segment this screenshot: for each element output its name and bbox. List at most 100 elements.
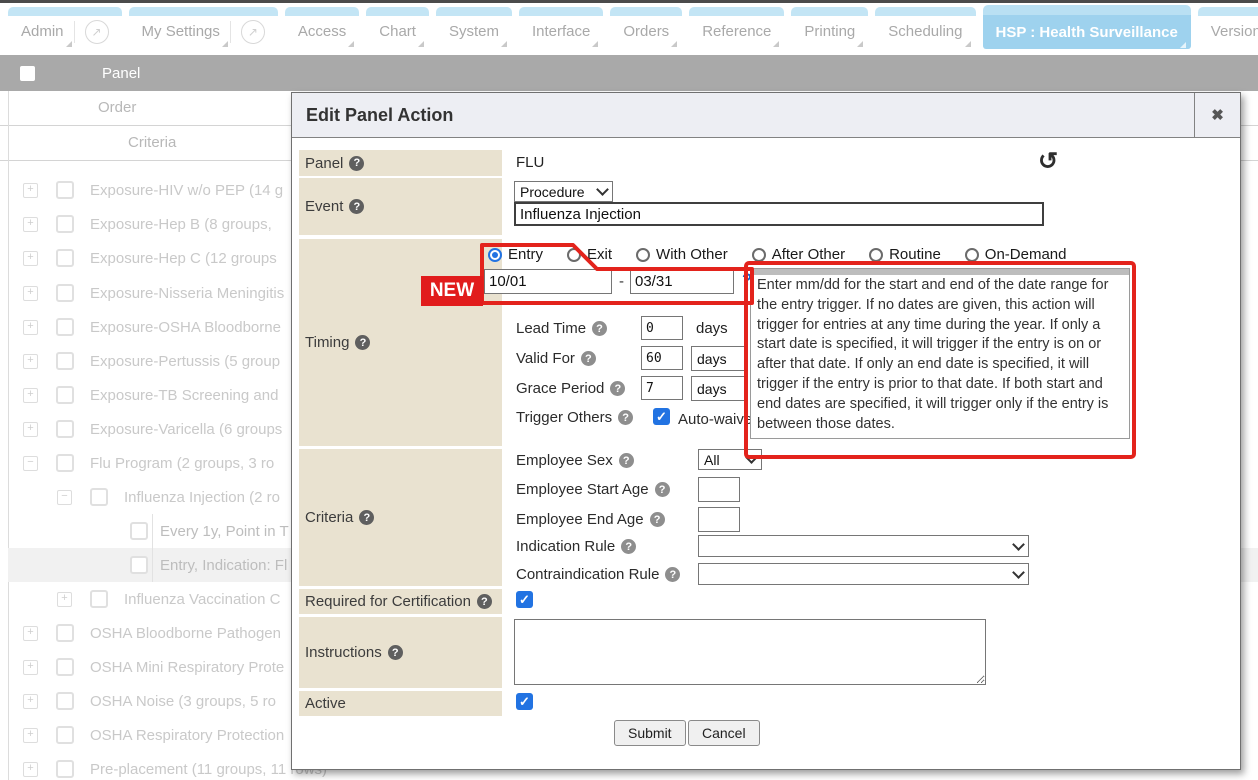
help-icon[interactable]: ?: [655, 482, 670, 497]
help-icon[interactable]: ?: [349, 199, 364, 214]
row-checkbox[interactable]: [56, 215, 74, 233]
tab-chart[interactable]: Chart: [366, 7, 429, 47]
indication-rule-select[interactable]: [698, 535, 1029, 557]
radio-routine[interactable]: Routine: [869, 246, 941, 263]
tab-my-settings[interactable]: My Settings↗: [129, 7, 278, 47]
radio-label: Entry: [508, 246, 543, 263]
lead-time-input[interactable]: [641, 316, 683, 340]
expand-icon[interactable]: +: [23, 251, 38, 266]
tab-printing[interactable]: Printing: [791, 7, 868, 47]
help-icon[interactable]: ?: [619, 453, 634, 468]
grace-period-unit-select[interactable]: days: [691, 376, 748, 401]
required-for-certification-checkbox[interactable]: ✓: [516, 591, 533, 608]
close-icon[interactable]: ✖: [1194, 93, 1240, 137]
row-checkbox[interactable]: [130, 556, 148, 574]
criteria-label-cell: Criteria?: [299, 449, 502, 586]
help-icon[interactable]: ?: [349, 156, 364, 171]
event-type-select[interactable]: Procedure: [514, 181, 613, 202]
help-icon[interactable]: ?: [477, 594, 492, 609]
radio-with-other[interactable]: With Other: [636, 246, 728, 263]
radio-after-other[interactable]: After Other: [752, 246, 845, 263]
expand-icon[interactable]: +: [23, 388, 38, 403]
tab-access[interactable]: Access: [285, 7, 359, 47]
expand-icon[interactable]: +: [23, 422, 38, 437]
expand-icon[interactable]: +: [23, 217, 38, 232]
expand-icon[interactable]: +: [23, 286, 38, 301]
expand-icon[interactable]: +: [23, 694, 38, 709]
radio-exit[interactable]: Exit: [567, 246, 612, 263]
row-checkbox[interactable]: [130, 522, 148, 540]
radio-on-demand[interactable]: On-Demand: [965, 246, 1067, 263]
tab-system[interactable]: System: [436, 7, 512, 47]
radio-entry[interactable]: Entry: [488, 246, 543, 263]
tree-item-label: Exposure-Pertussis (5 group: [90, 353, 280, 370]
row-checkbox[interactable]: [56, 249, 74, 267]
employee-sex-select[interactable]: All: [698, 449, 762, 470]
tab-version[interactable]: Version↗: [1198, 7, 1258, 47]
row-checkbox[interactable]: [56, 454, 74, 472]
row-checkbox[interactable]: [56, 726, 74, 744]
tab-hsp-health-surveillance[interactable]: HSP : Health Surveillance: [983, 5, 1191, 49]
employee-start-age-label-row: Employee Start Age?: [516, 481, 670, 498]
popout-icon[interactable]: ↗: [241, 20, 265, 44]
active-checkbox[interactable]: ✓: [516, 693, 533, 710]
row-checkbox[interactable]: [90, 488, 108, 506]
submit-button[interactable]: Submit: [614, 720, 686, 746]
select-all-checkbox[interactable]: [20, 66, 35, 81]
cancel-button[interactable]: Cancel: [688, 720, 760, 746]
grace-period-input[interactable]: [641, 376, 683, 400]
row-checkbox[interactable]: [90, 590, 108, 608]
date-range-end-input[interactable]: [630, 269, 734, 294]
help-icon[interactable]: ?: [621, 539, 636, 554]
tab-label: Reference: [702, 23, 771, 40]
expand-icon[interactable]: +: [57, 592, 72, 607]
help-icon[interactable]: ?: [650, 512, 665, 527]
trigger-others-checkbox[interactable]: ✓: [653, 408, 670, 425]
row-checkbox[interactable]: [56, 318, 74, 336]
row-checkbox[interactable]: [56, 658, 74, 676]
instructions-textarea[interactable]: [514, 619, 986, 685]
popout-icon[interactable]: ↗: [85, 20, 109, 44]
expand-icon[interactable]: +: [23, 320, 38, 335]
valid-for-unit-select[interactable]: days: [691, 346, 748, 371]
row-checkbox[interactable]: [56, 692, 74, 710]
row-checkbox[interactable]: [56, 760, 74, 778]
tab-interface[interactable]: Interface: [519, 7, 603, 47]
panel-value: FLU: [516, 154, 544, 171]
help-icon[interactable]: ?: [665, 567, 680, 582]
row-checkbox[interactable]: [56, 181, 74, 199]
tab-orders[interactable]: Orders: [610, 7, 682, 47]
help-icon[interactable]: ?: [610, 381, 625, 396]
tab-label: Version: [1211, 23, 1258, 40]
help-icon[interactable]: ?: [359, 510, 374, 525]
help-icon[interactable]: ?: [592, 321, 607, 336]
tab-admin[interactable]: Admin↗: [8, 7, 122, 47]
valid-for-input[interactable]: [641, 346, 683, 370]
tab-reference[interactable]: Reference: [689, 7, 784, 47]
help-icon[interactable]: ?: [388, 645, 403, 660]
expand-icon[interactable]: +: [23, 626, 38, 641]
help-icon[interactable]: ?: [355, 335, 370, 350]
row-checkbox[interactable]: [56, 386, 74, 404]
tab-scheduling[interactable]: Scheduling: [875, 7, 975, 47]
row-checkbox[interactable]: [56, 284, 74, 302]
employee-start-age-input[interactable]: [698, 477, 740, 502]
expand-icon[interactable]: −: [23, 456, 38, 471]
date-range-start-input[interactable]: [484, 269, 612, 294]
expand-icon[interactable]: +: [23, 183, 38, 198]
row-checkbox[interactable]: [56, 624, 74, 642]
expand-icon[interactable]: +: [23, 728, 38, 743]
row-checkbox[interactable]: [56, 420, 74, 438]
employee-end-age-input[interactable]: [698, 507, 740, 532]
contraindication-rule-select[interactable]: [698, 563, 1029, 585]
row-checkbox[interactable]: [56, 352, 74, 370]
expand-icon[interactable]: +: [23, 660, 38, 675]
tooltip-top-bar: [750, 268, 1130, 275]
history-icon[interactable]: ↺: [1038, 147, 1058, 176]
expand-icon[interactable]: +: [23, 762, 38, 777]
event-name-input[interactable]: [514, 202, 1044, 226]
help-icon[interactable]: ?: [581, 351, 596, 366]
expand-icon[interactable]: +: [23, 354, 38, 369]
help-icon[interactable]: ?: [618, 410, 633, 425]
expand-icon[interactable]: −: [57, 490, 72, 505]
